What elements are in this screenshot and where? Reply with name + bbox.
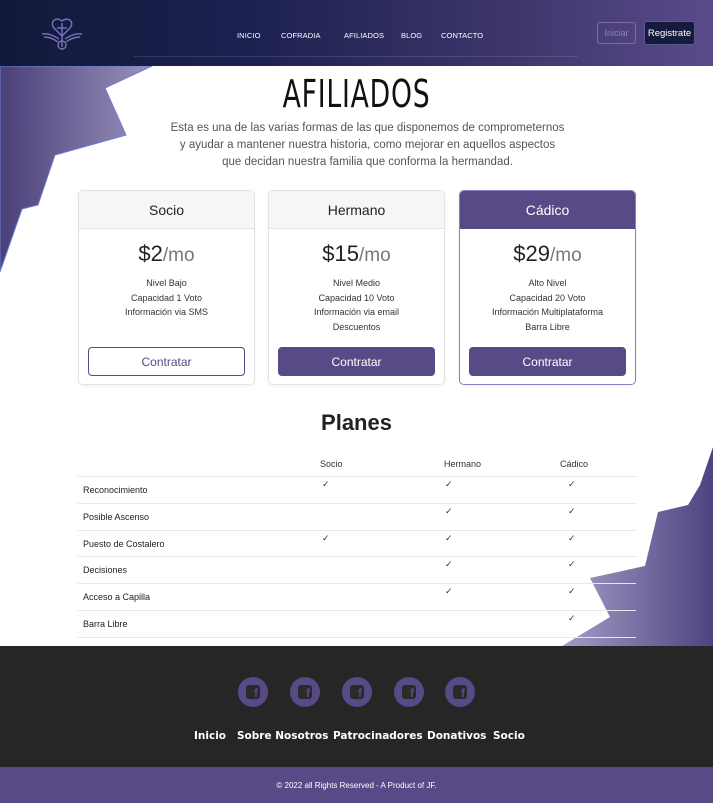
pricing-card-hermano: Hermano $15/mo Nivel Medio Capacidad 10 … xyxy=(268,190,445,385)
login-button[interactable]: Iniciar xyxy=(597,22,636,44)
footer-link-sobre-nosotros[interactable]: Sobre Nosotros xyxy=(237,730,328,742)
row-label: Barra Libre xyxy=(83,619,128,629)
facebook-icon[interactable]: f xyxy=(290,677,320,707)
footer-link-inicio[interactable]: Inicio xyxy=(194,730,226,742)
card-features: Nivel Medio Capacidad 10 Voto Informació… xyxy=(269,276,444,334)
table-row: Posible Ascenso ✓ ✓ xyxy=(78,502,636,530)
contratar-button-hermano[interactable]: Contratar xyxy=(278,347,435,376)
intro-text: Esta es una de las varias formas de las … xyxy=(160,120,575,171)
check-icon: ✓ xyxy=(568,587,576,598)
check-icon: ✓ xyxy=(445,480,453,490)
register-button[interactable]: Registrate xyxy=(644,21,695,45)
table-row: Reconocimiento ✓ ✓ ✓ xyxy=(78,476,636,503)
check-icon: ✓ xyxy=(568,480,576,490)
price-period: /mo xyxy=(162,245,195,266)
feature-item: Información via email xyxy=(313,307,400,317)
pricing-card-socio: Socio $2/mo Nivel Bajo Capacidad 1 Voto … xyxy=(78,190,255,385)
check-icon: ✓ xyxy=(568,614,576,624)
table-row: Acceso a Capilla ✓ ✓ xyxy=(78,583,636,610)
nav-link-contacto[interactable]: CONTACTO xyxy=(441,31,483,41)
check-icon: ✓ xyxy=(445,533,453,544)
site-header: INICIO COFRADIA AFILIADOS BLOG CONTACTO … xyxy=(0,0,713,66)
feature-item: Nivel Bajo xyxy=(146,278,187,288)
footer-link-socio[interactable]: Socio xyxy=(493,730,525,742)
column-header-hermano: Hermano xyxy=(444,459,482,469)
plans-title: Planes xyxy=(321,410,392,435)
price-amount: $2 xyxy=(138,241,163,266)
card-price: $2/mo xyxy=(79,241,254,267)
feature-item: Nivel Medio xyxy=(332,278,381,288)
facebook-glyph: f xyxy=(246,685,260,699)
feature-item: Capacidad 10 Voto xyxy=(318,292,395,303)
table-row: Puesto de Costalero ✓ ✓ ✓ xyxy=(78,529,636,557)
check-icon: ✓ xyxy=(568,533,576,544)
intro-line: que decidan nuestra familia que conforma… xyxy=(222,156,513,168)
footer-link-donativos[interactable]: Donativos xyxy=(427,730,486,742)
facebook-icon[interactable]: f xyxy=(394,677,424,707)
table-divider xyxy=(78,637,636,638)
card-title: Cádico xyxy=(460,191,635,229)
intro-line: y ayudar a mantener nuestra historia, co… xyxy=(179,139,556,151)
check-icon: ✓ xyxy=(568,560,576,571)
row-label: Posible Ascenso xyxy=(83,511,150,522)
feature-item: Información Multiplataforma xyxy=(491,307,604,317)
card-price: $29/mo xyxy=(460,241,635,267)
facebook-glyph: f xyxy=(350,685,364,699)
nav-link-cofradia[interactable]: COFRADIA xyxy=(281,31,321,41)
row-label: Puesto de Costalero xyxy=(83,538,165,549)
column-header-cadico: Cádico xyxy=(560,459,589,469)
row-label: Acceso a Capilla xyxy=(83,592,151,603)
nav-link-blog[interactable]: BLOG xyxy=(401,31,422,41)
facebook-icon[interactable]: f xyxy=(342,677,372,707)
card-price: $15/mo xyxy=(269,241,444,267)
column-header-socio: Socio xyxy=(320,459,343,469)
feature-item: Barra Libre xyxy=(525,321,570,332)
logo-icon[interactable] xyxy=(40,17,84,51)
copyright-text: © 2022 all Rights Reserved - A Product o… xyxy=(276,780,437,790)
price-period: /mo xyxy=(550,245,582,266)
row-label: Decisiones xyxy=(83,565,128,576)
check-icon: ✓ xyxy=(445,506,453,517)
nav-link-inicio[interactable]: INICIO xyxy=(237,31,261,41)
footer-link-patrocinadores[interactable]: Patrocinadores xyxy=(333,730,423,742)
feature-item: Capacidad 1 Voto xyxy=(130,292,203,303)
card-features: Alto Nivel Capacidad 20 Voto Información… xyxy=(460,276,635,334)
feature-item: Información via SMS xyxy=(124,307,209,317)
card-title: Socio xyxy=(79,191,254,229)
header-divider xyxy=(134,56,578,57)
feature-item: Alto Nivel xyxy=(528,278,567,288)
intro-line: Esta es una de las varias formas de las … xyxy=(170,122,565,134)
check-icon: ✓ xyxy=(322,480,330,490)
contratar-button-socio[interactable]: Contratar xyxy=(88,347,245,376)
feature-item: Capacidad 20 Voto xyxy=(509,292,586,303)
check-icon: ✓ xyxy=(445,560,453,571)
check-icon: ✓ xyxy=(322,533,330,544)
price-amount: $15 xyxy=(322,241,360,266)
price-period: /mo xyxy=(359,245,391,266)
check-icon: ✓ xyxy=(568,506,576,517)
check-icon: ✓ xyxy=(445,587,453,598)
pricing-card-cadico: Cádico $29/mo Alto Nivel Capacidad 20 Vo… xyxy=(459,190,636,385)
nav-link-afiliados[interactable]: AFILIADOS xyxy=(344,31,384,41)
facebook-glyph: f xyxy=(298,685,312,699)
table-row: Decisiones ✓ ✓ xyxy=(78,556,636,583)
copyright-bar: © 2022 all Rights Reserved - A Product o… xyxy=(0,767,713,803)
contratar-button-cadico[interactable]: Contratar xyxy=(469,347,626,376)
facebook-glyph: f xyxy=(402,685,416,699)
facebook-glyph: f xyxy=(453,685,467,699)
table-row: Barra Libre ✓ xyxy=(78,610,636,637)
feature-item: Descuentos xyxy=(332,321,381,332)
price-amount: $29 xyxy=(513,241,551,266)
facebook-icon[interactable]: f xyxy=(238,677,268,707)
page-title: AFILIADOS xyxy=(282,72,431,116)
card-features: Nivel Bajo Capacidad 1 Voto Información … xyxy=(79,276,254,320)
facebook-icon[interactable]: f xyxy=(445,677,475,707)
card-title: Hermano xyxy=(269,191,444,229)
row-label: Reconocimiento xyxy=(83,485,148,495)
